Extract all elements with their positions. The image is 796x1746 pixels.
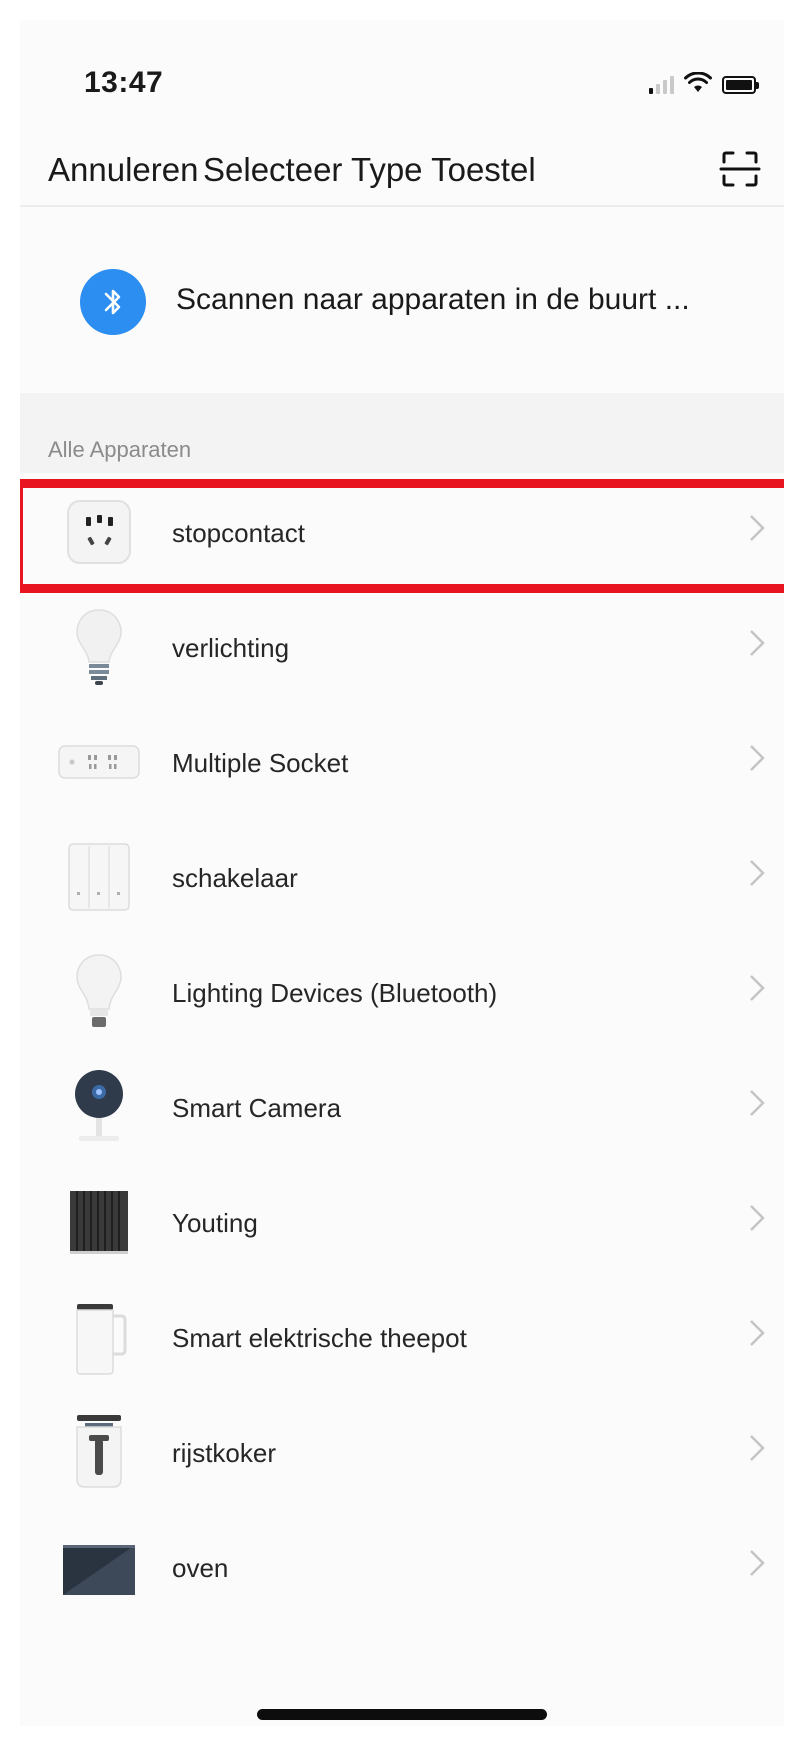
status-icons (649, 72, 759, 94)
bluetooth-scan-row[interactable]: Scannen naar apparaten in de buurt ... (20, 209, 784, 393)
bluetooth-icon (80, 269, 146, 335)
wall-switch-icon (58, 838, 140, 916)
device-item-oven[interactable]: oven (20, 1508, 784, 1623)
chevron-right-icon (750, 1435, 765, 1461)
cancel-button[interactable]: Annuleren (48, 151, 198, 189)
device-label: Smart Camera (172, 1093, 342, 1123)
status-bar: 13:47 (20, 20, 784, 125)
header: Annuleren Selecteer Type Toestel (20, 125, 784, 207)
light-bulb-icon (58, 608, 140, 686)
page-title: Selecteer Type Toestel (203, 151, 536, 188)
device-item-rijstkoker[interactable]: rijstkoker (20, 1393, 784, 1508)
device-label: stopcontact (172, 518, 305, 548)
device-label: schakelaar (172, 863, 298, 893)
device-label: verlichting (172, 633, 290, 663)
device-label: Multiple Socket (172, 748, 349, 778)
device-item-theepot[interactable]: Smart elektrische theepot (20, 1278, 784, 1393)
chevron-right-icon (750, 1090, 765, 1116)
chevron-right-icon (750, 745, 765, 771)
radiator-icon (58, 1183, 140, 1261)
oven-icon (58, 1528, 140, 1606)
rice-cooker-icon (58, 1413, 140, 1491)
plug-socket-icon (58, 493, 140, 571)
device-label: oven (172, 1553, 229, 1583)
chevron-right-icon (750, 1320, 765, 1346)
power-strip-icon (58, 723, 140, 801)
section-header: Alle Apparaten (20, 393, 784, 473)
device-item-lighting-bluetooth[interactable]: Lighting Devices (Bluetooth) (20, 933, 784, 1048)
signal-icon (649, 74, 674, 94)
device-item-multiple-socket[interactable]: Multiple Socket (20, 703, 784, 818)
device-item-stopcontact[interactable]: stopcontact (20, 473, 784, 588)
chevron-right-icon (750, 860, 765, 886)
chevron-right-icon (750, 515, 765, 541)
bluetooth-scan-text: Scannen naar apparaten in de buurt ... (176, 283, 690, 316)
device-label: Smart elektrische theepot (172, 1323, 467, 1353)
section-label: Alle Apparaten (48, 437, 192, 462)
device-item-schakelaar[interactable]: schakelaar (20, 818, 784, 933)
status-time: 13:47 (84, 66, 164, 99)
scan-icon[interactable] (718, 147, 762, 191)
chevron-right-icon (750, 1550, 765, 1576)
chevron-right-icon (750, 1205, 765, 1231)
wifi-icon (684, 72, 712, 92)
camera-icon (58, 1068, 140, 1146)
screen: 13:47 Annuleren Selecteer Type Toestel S… (20, 20, 784, 1726)
chevron-right-icon (750, 630, 765, 656)
bluetooth-bulb-icon (58, 953, 140, 1031)
battery-icon (722, 76, 759, 94)
device-item-verlichting[interactable]: verlichting (20, 588, 784, 703)
kettle-icon (58, 1298, 140, 1376)
device-label: Lighting Devices (Bluetooth) (172, 978, 498, 1008)
home-indicator[interactable] (257, 1709, 547, 1720)
device-item-smart-camera[interactable]: Smart Camera (20, 1048, 784, 1163)
device-item-youting[interactable]: Youting (20, 1163, 784, 1278)
chevron-right-icon (750, 975, 765, 1001)
device-label: rijstkoker (172, 1438, 277, 1468)
battery-level (726, 80, 752, 90)
device-list: stopcontact verlichting Multiple Socket … (20, 473, 784, 1623)
device-label: Youting (172, 1208, 258, 1238)
